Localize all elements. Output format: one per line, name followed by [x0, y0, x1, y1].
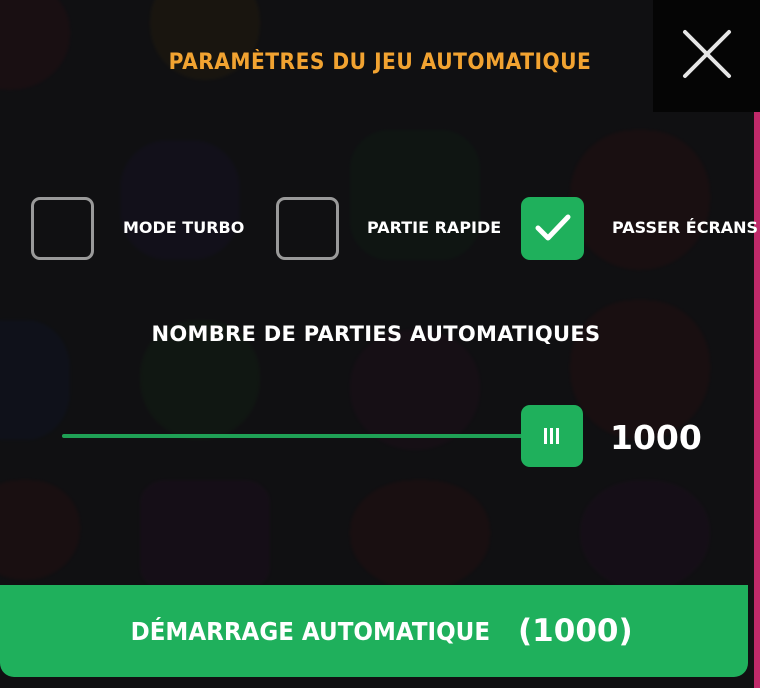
quick-spin-label: PARTIE RAPIDE [367, 218, 502, 237]
skip-screens-checkbox[interactable] [521, 197, 584, 260]
turbo-mode-checkbox[interactable] [31, 197, 94, 260]
background-fruit [580, 480, 710, 590]
turbo-mode-label: MODE TURBO [123, 218, 245, 237]
skip-screens-label: PASSER ÉCRANS [612, 218, 759, 237]
close-button[interactable] [653, 0, 760, 112]
background-fruit [350, 480, 490, 590]
background-fruit [350, 330, 480, 450]
start-autoplay-count: (1000) [518, 613, 633, 649]
dialog-title: PARAMÈTRES DU JEU AUTOMATIQUE [168, 50, 592, 75]
close-x-icon [683, 30, 731, 78]
background-fruit [140, 480, 270, 590]
autoplay-count-value: 1000 [610, 418, 702, 457]
grip-icon [543, 428, 561, 444]
autoplay-count-label: NOMBRE DE PARTIES AUTOMATIQUES [151, 322, 601, 346]
background-fruit [0, 480, 80, 580]
autoplay-count-slider-track[interactable] [62, 434, 532, 438]
background-fruit [0, 0, 70, 90]
autoplay-count-slider-thumb[interactable] [521, 405, 583, 467]
background-fruit [570, 130, 710, 270]
start-autoplay-label: DÉMARRAGE AUTOMATIQUE [130, 616, 491, 646]
start-autoplay-button[interactable]: DÉMARRAGE AUTOMATIQUE (1000) [0, 585, 748, 677]
background-fruit [120, 140, 240, 260]
background-fruit [350, 130, 480, 260]
autoplay-settings-dialog: PARAMÈTRES DU JEU AUTOMATIQUE MODE TURBO… [0, 0, 760, 688]
checkmark-icon [535, 214, 571, 241]
quick-spin-checkbox[interactable] [276, 197, 339, 260]
